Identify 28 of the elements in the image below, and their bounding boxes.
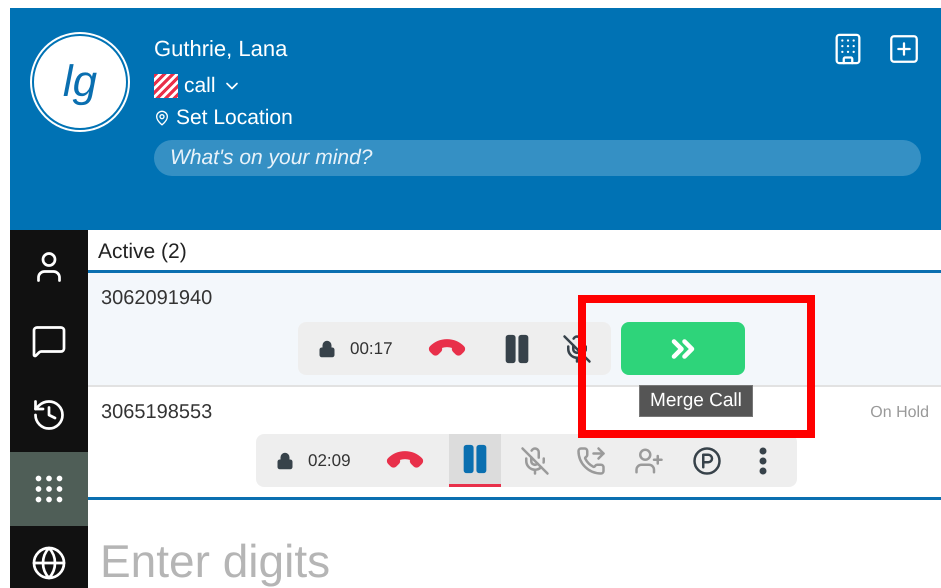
phone-number: 3062091940 [101, 287, 212, 310]
call-status: On Hold [870, 404, 929, 422]
more-icon [758, 446, 767, 475]
hold-button[interactable] [448, 434, 501, 488]
add-icon[interactable] [887, 32, 921, 66]
chat-icon [31, 323, 67, 359]
call-timer: 02:09 [308, 450, 351, 471]
mute-microphone-icon [520, 446, 550, 476]
transfer-call-icon [576, 446, 606, 476]
merge-call-tooltip: Merge Call [639, 385, 753, 417]
phone-number: 3065198553 [101, 401, 212, 424]
location-pin-icon [154, 110, 170, 126]
mood-field[interactable]: What's on your mind? [154, 140, 921, 176]
set-location-link[interactable]: Set Location [176, 106, 293, 130]
status-label[interactable]: call [184, 74, 216, 98]
lock-icon [276, 452, 294, 470]
avatar-initials: lg [32, 34, 128, 130]
add-person-icon [634, 446, 664, 476]
call-history-icon [31, 397, 67, 433]
mute-microphone-icon [562, 334, 592, 364]
digits-field[interactable]: Enter digits [88, 500, 941, 588]
lock-icon [318, 340, 336, 358]
sidebar-item[interactable] [10, 452, 88, 526]
globe-icon [31, 545, 67, 581]
call-timer: 00:17 [350, 338, 393, 358]
status-swatch-icon [154, 74, 178, 98]
park-icon [692, 446, 722, 476]
user-name: Guthrie, Lana [154, 36, 288, 62]
